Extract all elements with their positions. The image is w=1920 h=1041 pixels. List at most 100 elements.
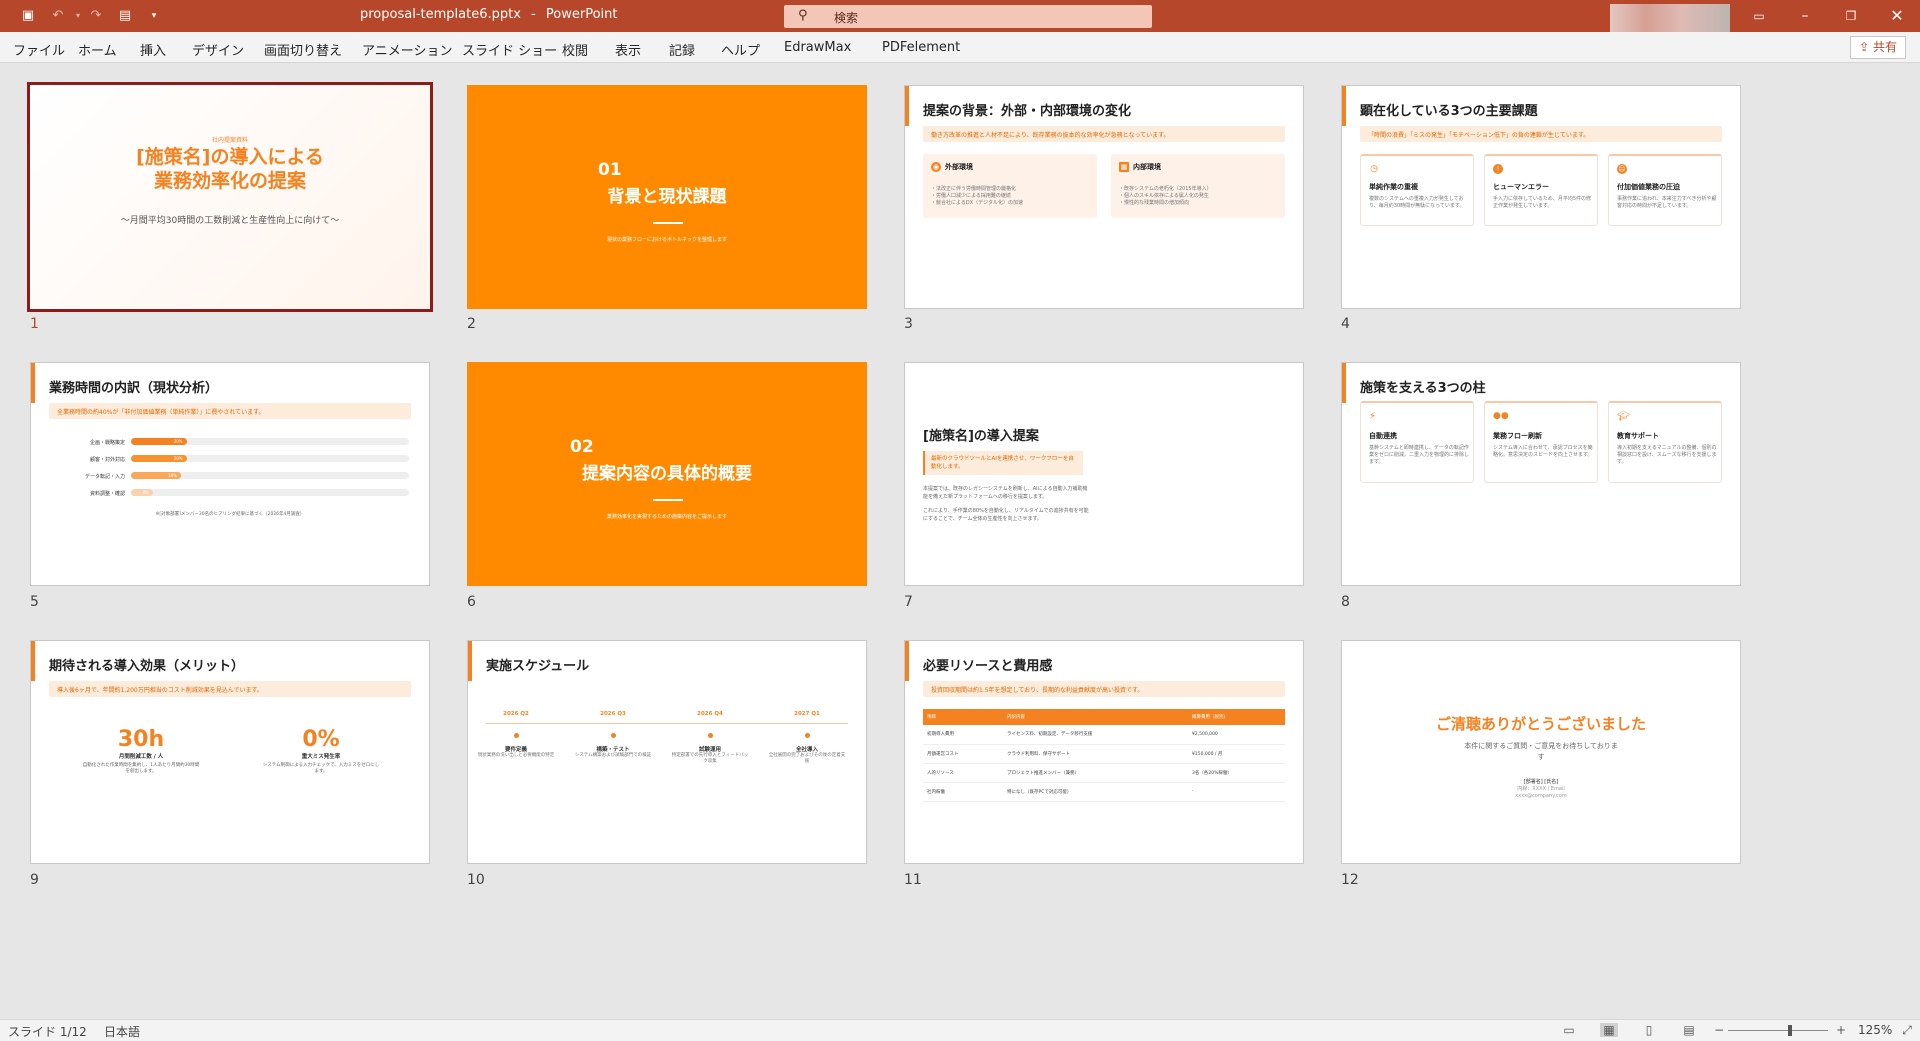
tab-review[interactable]: 校閲: [562, 40, 588, 59]
tab-transitions[interactable]: 画面切り替え: [264, 40, 342, 59]
timeline-dot: [804, 733, 810, 738]
card-title: 付加価値業務の圧迫: [1617, 183, 1680, 191]
card-title: 内部環境: [1133, 163, 1161, 171]
restore-icon[interactable]: ❐: [1836, 4, 1866, 28]
search-box[interactable]: ⚲ 検索: [784, 5, 1152, 28]
body-paragraph: 本提案では、既存のレガシーシステムを刷新し、AIによる自動入力補助機能を備えた新…: [923, 486, 1088, 500]
card-text: ・既存システムの老朽化（2015年導入） ・個人のスキル依存による属人化の発生 …: [1119, 186, 1212, 207]
close-icon[interactable]: ✕: [1882, 4, 1912, 28]
table-header: 項目: [923, 709, 1003, 725]
pillar-card: ⚡ 自動連携 基幹システムと即時連携し、データの転記作業をゼロに削減。二重入力を…: [1360, 401, 1474, 483]
language-indicator[interactable]: 日本語: [104, 1023, 140, 1040]
customize-toolbar-icon[interactable]: ▾: [144, 6, 164, 26]
slide-thumbnail-10[interactable]: 実施スケジュール 2026 Q2 要件定義 現状業務の洗い出しと必要機能の特定 202…: [467, 640, 867, 864]
tab-design[interactable]: デザイン: [192, 40, 244, 59]
reading-view-icon[interactable]: ▯: [1640, 1023, 1658, 1037]
timeline-step: 試験運用: [698, 747, 721, 753]
slide1-label: 社内提案資料: [211, 137, 248, 144]
share-button[interactable]: ⇪ 共有: [1850, 36, 1906, 59]
fit-to-window-icon[interactable]: ⤢: [1898, 1023, 1916, 1037]
slide-number: 8: [1341, 594, 1350, 610]
ribbon-display-icon[interactable]: ▭: [1744, 4, 1774, 28]
tab-view[interactable]: 表示: [615, 40, 641, 59]
accent-bar: [31, 641, 35, 681]
closing-line: す: [1537, 753, 1545, 761]
normal-view-icon[interactable]: ▭: [1560, 1023, 1578, 1037]
card-text: 導入初期を支えるマニュアルの整備、個別の相談窓口を設け、スムーズな移行を支援しま…: [1617, 445, 1717, 465]
callout-box: 最新のクラウドツールとAIを連携させ、ワークフローを自動化します。: [923, 451, 1083, 475]
card-title: 自動連携: [1369, 432, 1397, 440]
slide-thumbnail-5[interactable]: 業務時間の内訳（現状分析） 全業務時間の約40%が「非付加価値業務（単純作業）」…: [30, 362, 430, 586]
slide-thumbnail-2[interactable]: 01 背景と現状課題 現状の業務フローにおけるボトルネックを整理します: [467, 85, 867, 309]
slide-title: 実施スケジュール: [486, 659, 590, 674]
share-icon: ⇪: [1859, 40, 1873, 54]
presenter-icon[interactable]: ▤: [115, 6, 135, 26]
info-card: ▦ 内部環境 ・既存システムの老朽化（2015年導入） ・個人のスキル依存による…: [1111, 154, 1285, 218]
slide-thumbnail-4[interactable]: 顕在化している3つの主要課題 「時間の浪費」「ミスの発生」「モチベーション低下」…: [1341, 85, 1741, 309]
tab-help[interactable]: ヘルプ: [721, 40, 760, 59]
frown-icon: ☹: [1617, 164, 1627, 174]
tab-pdfelement[interactable]: PDFelement: [882, 40, 960, 55]
slideshow-view-icon[interactable]: ▤: [1680, 1023, 1698, 1037]
zoom-level[interactable]: 125%: [1858, 1023, 1892, 1037]
slide-sorter-view-icon[interactable]: ▦: [1600, 1023, 1618, 1037]
save-icon[interactable]: ▣: [18, 6, 38, 26]
table-cell: ¥2,500,000: [1188, 725, 1285, 745]
issue-card: ☹ 付加価値業務の圧迫 事務作業に追われ、本来注力すべき分析や顧客対応の時間が不…: [1608, 154, 1722, 226]
table-row: 社内稼働 特になし（既存PCで対応可能） -: [923, 782, 1285, 802]
slide-thumbnail-8[interactable]: 施策を支える3つの柱 ⚡ 自動連携 基幹システムと即時連携し、データの転記作業を…: [1341, 362, 1741, 586]
timeline-dot: [610, 733, 616, 738]
zoom-slider-handle[interactable]: [1788, 1025, 1792, 1036]
tab-slideshow[interactable]: スライド ショー: [462, 40, 557, 59]
minimize-icon[interactable]: –: [1790, 4, 1820, 28]
slide-number: 3: [904, 316, 913, 332]
slide-thumbnail-12[interactable]: ご清聴ありがとうございました 本件に関するご質問・ご意見をお待ちしておりま す …: [1341, 640, 1741, 864]
slide-thumbnail-1[interactable]: 社内提案資料 [施策名]の導入による 業務効率化の提案 〜月間平均30時間の工数…: [27, 82, 433, 312]
users-icon: ●●: [1493, 411, 1509, 421]
slide-thumbnail-6[interactable]: 02 提案内容の具体的概要 業務効率化を実現するための施策内容をご提示します: [467, 362, 867, 586]
timeline-step: 全社導入: [795, 747, 818, 753]
zoom-slider[interactable]: [1728, 1030, 1828, 1031]
card-text: 基幹システムと即時連携し、データの転記作業をゼロに削減。二重入力を物理的に排除し…: [1369, 445, 1470, 465]
pillar-card: ●● 業務フロー刷新 システム導入に合わせて、承認プロセスを簡略化。意思決定のス…: [1484, 401, 1598, 483]
table-cell: プロジェクト推進メンバー（兼務）: [1003, 763, 1188, 783]
card-text: ・法改正に伴う労働時間管理の厳格化 ・労働人口減少による採用難の継続 ・競合社に…: [931, 186, 1023, 207]
tab-record[interactable]: 記録: [669, 40, 695, 59]
card-line: ・競合社によるDX（デジタル化）の加速: [931, 200, 1024, 206]
title-separator: -: [531, 7, 536, 22]
slide1-title: [施策名]の導入による 業務効率化の提案: [30, 145, 430, 193]
slide1-title-line1: [施策名]の導入による: [136, 146, 324, 168]
metric-label: 月間削減工数 / 人: [118, 754, 164, 760]
accent-bar: [905, 641, 909, 681]
divider: [653, 499, 683, 501]
timeline-desc: 現状業務の洗い出しと必要機能の特定: [477, 753, 555, 758]
chart-note: ※[対象部署]メンバー30名のヒアリング結果に基づく（2026年4月調査）: [155, 512, 305, 517]
slide-thumbnail-3[interactable]: 提案の背景：外部・内部環境の変化 働き方改革の推進と人材不足により、既存業務の抜…: [904, 85, 1304, 309]
undo-dropdown-icon[interactable]: ▾: [68, 6, 88, 26]
tab-file[interactable]: ファイル: [13, 40, 65, 59]
card-text: 複数のシステムへの重複入力が発生しており、毎月約30時間が無駄になっています。: [1369, 196, 1465, 209]
undo-icon[interactable]: ↶: [48, 6, 68, 26]
timeline-desc: システム構築および試験部門での検証: [574, 753, 652, 758]
card-line: ・慢性的な残業時間の増加傾向: [1119, 200, 1190, 206]
tab-animations[interactable]: アニメーション: [362, 40, 452, 59]
search-icon: ⚲: [798, 8, 808, 23]
zoom-out-icon[interactable]: −: [1710, 1023, 1728, 1037]
slide-title: 業務時間の内訳（現状分析）: [49, 381, 219, 396]
section-number: 01: [598, 160, 622, 180]
zoom-in-icon[interactable]: +: [1832, 1023, 1850, 1037]
bar-track: 20%: [131, 455, 409, 462]
section-desc: 業務効率化を実現するための施策内容をご提示します: [606, 514, 727, 520]
tab-insert[interactable]: 挿入: [140, 40, 166, 59]
graduation-cap-icon: 🎓︎: [1617, 411, 1630, 422]
highlight-band: 投資回収期間は約1.5年を想定しており、長期的な利益貢献度が高い投資です。: [923, 681, 1285, 697]
slide-thumbnail-7[interactable]: [施策名]の導入提案 最新のクラウドツールとAIを連携させ、ワークフローを自動化…: [904, 362, 1304, 586]
info-card: ◉ 外部環境 ・法改正に伴う労働時間管理の厳格化 ・労働人口減少による採用難の継…: [923, 154, 1097, 218]
tab-home[interactable]: ホーム: [78, 40, 117, 59]
table-header: 内訳内容: [1003, 709, 1188, 725]
redo-icon[interactable]: ↷: [86, 6, 106, 26]
slide-number: 7: [904, 594, 913, 610]
slide-thumbnail-9[interactable]: 期待される導入効果（メリット） 導入後6ヶ月で、年間約1,200万円相当のコスト…: [30, 640, 430, 864]
tab-edrawmax[interactable]: EdrawMax: [784, 40, 851, 55]
slide-thumbnail-11[interactable]: 必要リソースと費用感 投資回収期間は約1.5年を想定しており、長期的な利益貢献度…: [904, 640, 1304, 864]
